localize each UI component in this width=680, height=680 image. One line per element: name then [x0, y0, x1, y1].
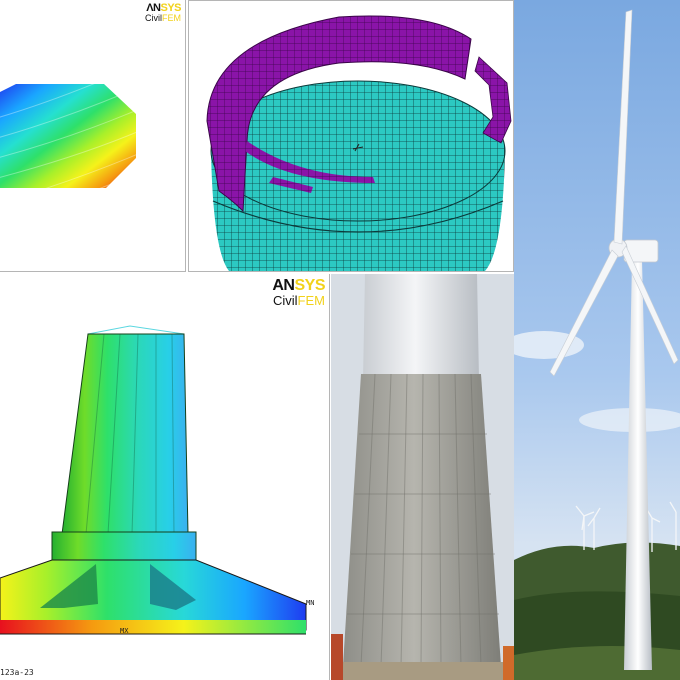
tower-foundation-contour	[0, 325, 307, 635]
contour-plot-panel: ΛNSYS CivilFEM	[0, 0, 186, 272]
logo-sub-a: Civil	[272, 293, 298, 308]
plot-id-label: 123a-23	[0, 668, 34, 677]
tower-foundation-contour-panel: ANSYS CivilFEM MX MN 123a-23	[0, 274, 330, 680]
mesh-cylinder	[206, 15, 512, 271]
ansys-civilfem-logo: ΛNSYS CivilFEM	[145, 3, 181, 23]
concrete-tower-photo	[331, 274, 514, 680]
logo-sub-a: Civil	[145, 13, 162, 23]
ansys-civilfem-logo-large: ANSYS CivilFEM	[272, 277, 325, 308]
min-label: MN	[306, 599, 315, 607]
logo-sub-b: FEM	[162, 13, 181, 23]
wind-turbine-photo	[514, 0, 680, 680]
logo-brand-b: SYS	[294, 277, 325, 294]
logo-sub-b: FEM	[297, 293, 325, 308]
mesh-cylinder-panel	[188, 0, 514, 272]
max-label: MX	[120, 627, 129, 635]
wind-turbine-scene	[514, 0, 680, 680]
concrete-tower-scene	[331, 274, 514, 680]
logo-brand-a: AN	[272, 277, 295, 294]
contour-plot	[0, 84, 136, 188]
